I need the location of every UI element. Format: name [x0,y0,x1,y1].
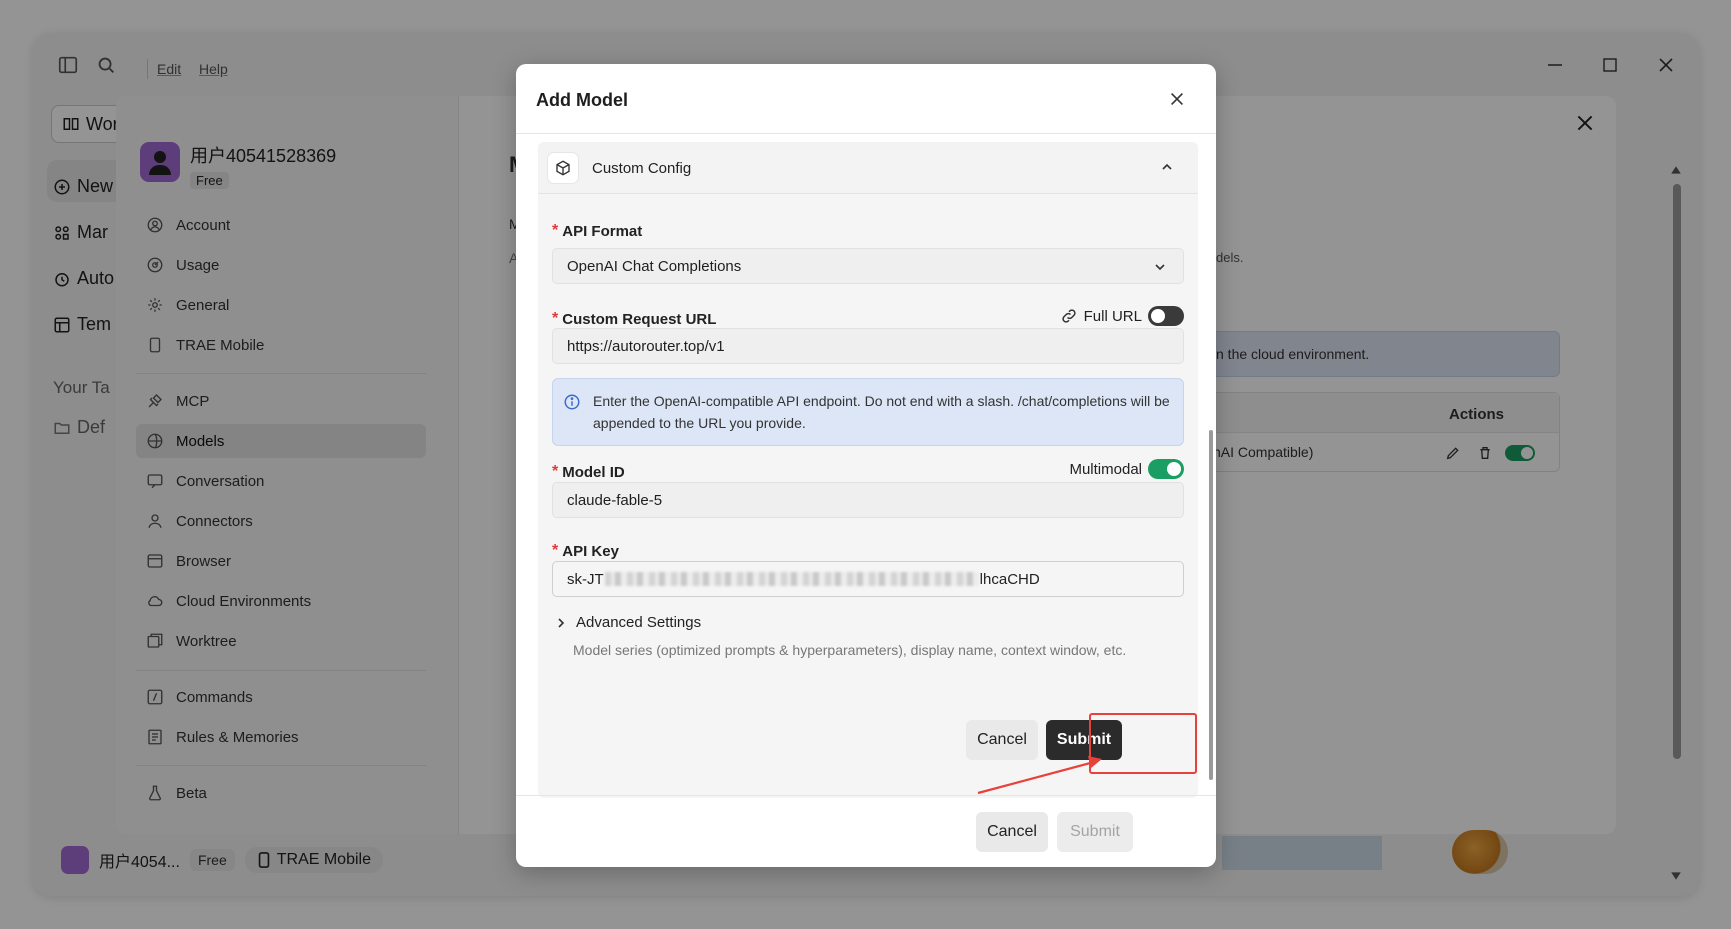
close-icon[interactable] [1168,90,1186,108]
info-icon [564,394,580,410]
api-key-input[interactable]: sk-JT lhcaCHD [552,561,1184,597]
submit-highlight-box [1089,713,1197,774]
custom-config-section: Custom Config * API Format OpenAI Chat Co… [538,142,1198,798]
model-id-value: claude-fable-5 [567,491,663,509]
model-id-input[interactable]: claude-fable-5 [552,482,1184,518]
custom-config-title: Custom Config [592,160,692,177]
endpoint-info-banner: Enter the OpenAI-compatible API endpoint… [552,378,1184,446]
dialog-title: Add Model [536,90,628,110]
full-url-control: Full URL [1060,306,1184,326]
full-url-label: Full URL [1083,307,1142,325]
api-key-prefix: sk-JT [567,570,604,588]
custom-config-header[interactable]: Custom Config [538,142,1198,194]
advanced-settings-description: Model series (optimized prompts & hyperp… [573,642,1127,658]
chevron-up-icon[interactable] [1160,160,1174,174]
request-url-input[interactable]: https://autorouter.top/v1 [552,328,1184,364]
api-key-suffix: lhcaCHD [979,570,1040,588]
api-format-label: * API Format [552,222,643,240]
multimodal-toggle[interactable] [1148,459,1184,479]
advanced-settings-title: Advanced Settings [576,614,702,631]
link-icon [1062,309,1076,323]
api-key-redacted [604,572,979,586]
request-url-label: * Custom Request URL [552,310,717,328]
dialog-header: Add Model [516,64,1216,134]
chevron-right-icon [558,617,565,628]
cube-icon [548,153,578,183]
model-id-label: * Model ID [552,463,625,481]
endpoint-info-text: Enter the OpenAI-compatible API endpoint… [593,393,1170,431]
advanced-settings-toggle[interactable]: Advanced Settings [556,614,701,631]
footer-cancel-button[interactable]: Cancel [976,812,1048,852]
chevron-down-icon [1155,264,1165,271]
api-format-select[interactable]: OpenAI Chat Completions [552,248,1184,284]
multimodal-control: Multimodal [1069,459,1184,479]
api-format-value: OpenAI Chat Completions [567,257,742,275]
footer-submit-button[interactable]: Submit [1057,812,1133,852]
full-url-toggle[interactable] [1148,306,1184,326]
request-url-value: https://autorouter.top/v1 [567,337,725,355]
dialog-footer: Cancel Submit [516,795,1216,867]
inner-cancel-button[interactable]: Cancel [966,720,1038,760]
api-key-label: * API Key [552,542,619,560]
multimodal-label: Multimodal [1069,460,1142,478]
dialog-scrollbar[interactable] [1209,430,1213,780]
